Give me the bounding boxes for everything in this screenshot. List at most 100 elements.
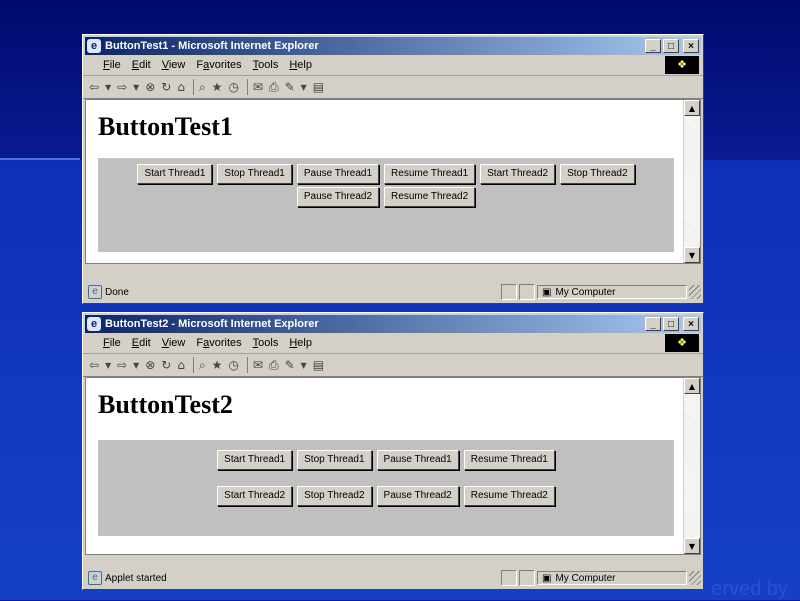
computer-icon: ▣ xyxy=(542,572,552,584)
resize-grip[interactable] xyxy=(689,571,701,585)
stop-thread2-button[interactable]: Stop Thread2 xyxy=(297,486,372,506)
favorites-icon[interactable]: ★ xyxy=(212,80,223,94)
mail-icon[interactable]: ✉ xyxy=(253,80,263,94)
print-icon[interactable]: ⎙ xyxy=(269,80,279,95)
menu-File[interactable]: File xyxy=(103,337,121,349)
dropdown-icon[interactable]: ▾ xyxy=(301,80,307,94)
page-icon: e xyxy=(88,285,102,299)
start-thread2-button[interactable]: Start Thread2 xyxy=(217,486,293,506)
home-icon[interactable]: ⌂ xyxy=(177,80,185,94)
menu-Tools[interactable]: Tools xyxy=(253,337,279,349)
dropdown-icon[interactable]: ▾ xyxy=(301,358,307,372)
windows-logo-icon: ❖ xyxy=(665,334,699,352)
start-thread1-button[interactable]: Start Thread1 xyxy=(137,164,213,184)
stop-thread2-button[interactable]: Stop Thread2 xyxy=(560,164,635,184)
print-icon[interactable]: ⎙ xyxy=(269,358,279,373)
applet-panel: Start Thread1 Stop Thread1 Pause Thread1 Re… xyxy=(98,440,674,536)
scroll-down-arrow-icon[interactable]: ▼ xyxy=(684,247,700,263)
resume-thread2-button[interactable]: Resume Thread2 xyxy=(384,187,476,207)
scroll-down-arrow-icon[interactable]: ▼ xyxy=(684,538,700,554)
stop-thread1-button[interactable]: Stop Thread1 xyxy=(297,450,372,470)
back-icon[interactable]: ⇦ xyxy=(89,80,99,94)
resume-thread1-button[interactable]: Resume Thread1 xyxy=(384,164,476,184)
button-row: Start Thread1 Stop Thread1 Pause Thread1 Re… xyxy=(98,450,674,470)
status-bar: e Done ▣ My Computer xyxy=(85,283,701,301)
windows-logo-icon: ❖ xyxy=(665,56,699,74)
status-text: Applet started xyxy=(105,572,167,584)
discuss-icon[interactable]: ▤ xyxy=(313,358,324,372)
menu-Favorites[interactable]: Favorites xyxy=(196,59,241,71)
applet-panel: Start Thread1 Stop Thread1 Pause Thread1 Re… xyxy=(98,158,674,252)
dropdown-icon[interactable]: ▾ xyxy=(133,358,139,372)
menu-Tools[interactable]: Tools xyxy=(253,59,279,71)
dropdown-icon[interactable]: ▾ xyxy=(105,358,111,372)
minimize-button[interactable]: _ xyxy=(645,317,661,331)
minimize-button[interactable]: _ xyxy=(645,39,661,53)
back-icon[interactable]: ⇦ xyxy=(89,358,99,372)
history-icon[interactable]: ◷ xyxy=(228,80,238,94)
menu-Edit[interactable]: Edit xyxy=(132,337,151,349)
menu-File[interactable]: File xyxy=(103,59,121,71)
dropdown-icon[interactable]: ▾ xyxy=(133,80,139,94)
vertical-scrollbar[interactable]: ▲ ▼ xyxy=(683,378,700,554)
favorites-icon[interactable]: ★ xyxy=(212,358,223,372)
pause-thread2-button[interactable]: Pause Thread2 xyxy=(296,187,380,207)
edit-icon[interactable]: ✎ xyxy=(285,358,295,372)
resume-thread2-button[interactable]: Resume Thread2 xyxy=(463,486,555,506)
menu-Help[interactable]: Help xyxy=(289,59,312,71)
menu-Help[interactable]: Help xyxy=(289,337,312,349)
page-content: ButtonTest2 Start Thread1 Stop Thread1 Pau… xyxy=(85,377,701,555)
menu-Favorites[interactable]: Favorites xyxy=(196,337,241,349)
resume-thread1-button[interactable]: Resume Thread1 xyxy=(463,450,555,470)
history-icon[interactable]: ◷ xyxy=(228,358,238,372)
menu-Edit[interactable]: Edit xyxy=(132,59,151,71)
window-title: ButtonTest2 - Microsoft Internet Explore… xyxy=(105,318,319,330)
close-button[interactable]: × xyxy=(683,317,699,331)
pause-thread1-button[interactable]: Pause Thread1 xyxy=(376,450,459,470)
start-thread1-button[interactable]: Start Thread1 xyxy=(217,450,293,470)
maximize-button[interactable]: □ xyxy=(663,39,679,53)
computer-icon: ▣ xyxy=(542,286,552,298)
home-icon[interactable]: ⌂ xyxy=(177,358,185,372)
title-bar[interactable]: e ButtonTest1 - Microsoft Internet Explo… xyxy=(85,37,701,55)
start-thread2-button[interactable]: Start Thread2 xyxy=(480,164,556,184)
stop-icon[interactable]: ⊗ xyxy=(145,358,155,372)
page-heading: ButtonTest2 xyxy=(98,390,233,419)
mail-icon[interactable]: ✉ xyxy=(253,358,263,372)
scroll-up-arrow-icon[interactable]: ▲ xyxy=(684,378,700,394)
menu-View[interactable]: View xyxy=(162,337,186,349)
page-heading: ButtonTest1 xyxy=(98,112,233,141)
slide-footer-text: erved by xyxy=(711,578,788,600)
close-button[interactable]: × xyxy=(683,39,699,53)
forward-icon[interactable]: ⇨ xyxy=(117,80,127,94)
vertical-scrollbar[interactable]: ▲ ▼ xyxy=(683,100,700,263)
scroll-up-arrow-icon[interactable]: ▲ xyxy=(684,100,700,116)
discuss-icon[interactable]: ▤ xyxy=(313,80,324,94)
toolbar: ⇦ ▾ ⇨ ▾ ⊗ ↻ ⌂ ⌕ ★ ◷ ✉ ⎙ ✎ ▾ ▤ xyxy=(83,354,703,377)
window-title: ButtonTest1 - Microsoft Internet Explore… xyxy=(105,40,319,52)
search-icon[interactable]: ⌕ xyxy=(199,358,206,373)
maximize-button[interactable]: □ xyxy=(663,317,679,331)
resize-grip[interactable] xyxy=(689,285,701,299)
refresh-icon[interactable]: ↻ xyxy=(161,80,171,94)
zone-label: My Computer xyxy=(555,572,616,584)
status-text: Done xyxy=(105,286,129,298)
forward-icon[interactable]: ⇨ xyxy=(117,358,127,372)
zone-pane: ▣ My Computer xyxy=(537,571,687,585)
refresh-icon[interactable]: ↻ xyxy=(161,358,171,372)
title-bar[interactable]: e ButtonTest2 - Microsoft Internet Explo… xyxy=(85,315,701,333)
zone-label: My Computer xyxy=(555,286,616,298)
ie-icon: e xyxy=(87,39,101,53)
pause-thread2-button[interactable]: Pause Thread2 xyxy=(376,486,459,506)
search-icon[interactable]: ⌕ xyxy=(199,80,206,95)
menu-View[interactable]: View xyxy=(162,59,186,71)
button-row: Start Thread1 Stop Thread1 Pause Thread1 Re… xyxy=(126,164,646,207)
dropdown-icon[interactable]: ▾ xyxy=(105,80,111,94)
edit-icon[interactable]: ✎ xyxy=(285,80,295,94)
stop-icon[interactable]: ⊗ xyxy=(145,80,155,94)
browser-window-2: e ButtonTest2 - Microsoft Internet Explo… xyxy=(82,312,704,590)
button-row: Start Thread2 Stop Thread2 Pause Thread2 Re… xyxy=(98,486,674,506)
status-pane xyxy=(519,284,535,300)
stop-thread1-button[interactable]: Stop Thread1 xyxy=(217,164,292,184)
pause-thread1-button[interactable]: Pause Thread1 xyxy=(296,164,380,184)
